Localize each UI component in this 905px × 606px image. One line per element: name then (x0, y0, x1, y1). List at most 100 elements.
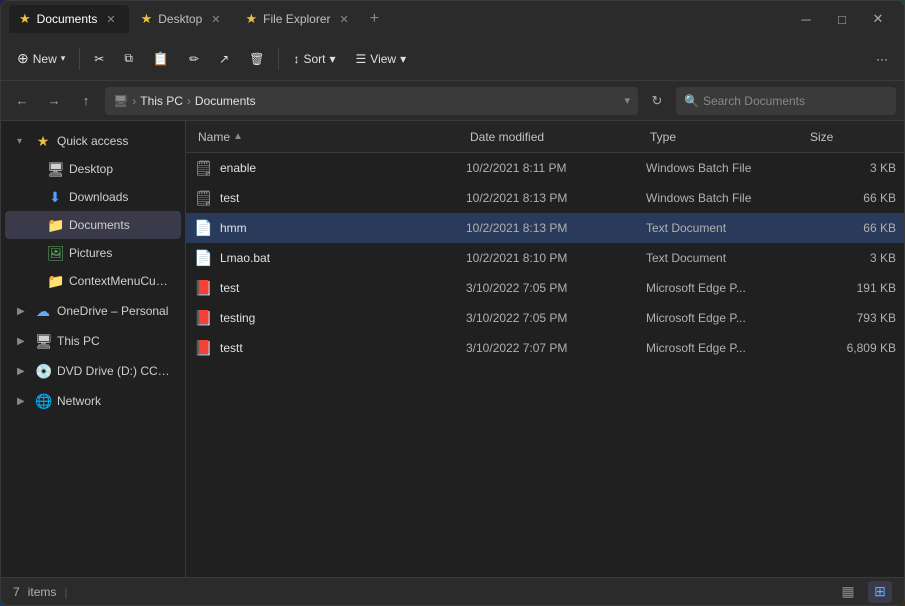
file-row[interactable]: 📕 testing 3/10/2022 7:05 PM Microsoft Ed… (186, 303, 904, 333)
sidebar-item-context-menu[interactable]: 📁 ContextMenuCust... (5, 267, 181, 295)
more-button[interactable]: ··· (868, 43, 896, 75)
file-icon-testt: 📕 (194, 339, 214, 357)
col-header-name[interactable]: Name ▲ (194, 121, 466, 152)
paste-button[interactable]: 📋 (145, 43, 177, 75)
tab-desktop-close[interactable]: ✕ (208, 12, 223, 27)
sidebar-item-dvd[interactable]: ▶ 💿 DVD Drive (D:) CCC... (5, 357, 181, 385)
sidebar-item-onedrive[interactable]: ▶ ☁ OneDrive – Personal (5, 297, 181, 325)
file-size-test: 66 KB (806, 191, 896, 205)
view-button[interactable]: ☰ View ▾ (348, 43, 415, 75)
file-row[interactable]: 📄 Lmao.bat 10/2/2021 8:10 PM Text Docume… (186, 243, 904, 273)
close-button[interactable]: ✕ (860, 5, 896, 33)
sidebar-section-network: ▶ 🌐 Network (1, 387, 185, 415)
new-tab-button[interactable]: + (364, 8, 385, 30)
status-bar: 7 items | ▦ ⊞ (1, 577, 904, 605)
sidebar-section-this-pc: ▶ 🖥 This PC (1, 327, 185, 355)
path-documents[interactable]: Documents (195, 94, 256, 108)
maximize-button[interactable]: □ (824, 5, 860, 33)
main-content: ▾ ★ Quick access 🖥 Desktop 📌 ⬇ Downloads… (1, 121, 904, 577)
refresh-button[interactable]: ↻ (644, 88, 670, 114)
tab-file-explorer-close[interactable]: ✕ (337, 12, 352, 27)
share-button[interactable]: ↗ (211, 43, 237, 75)
search-box[interactable]: 🔍 (676, 87, 896, 115)
file-header: Name ▲ Date modified Type Size (186, 121, 904, 153)
file-name-enable: enable (220, 161, 466, 175)
tab-documents[interactable]: ★ Documents ✕ (9, 5, 129, 33)
file-row[interactable]: 📕 testt 3/10/2022 7:07 PM Microsoft Edge… (186, 333, 904, 363)
back-button[interactable]: ← (9, 88, 35, 114)
dvd-icon: 💿 (35, 363, 51, 380)
file-size-hmm: 66 KB (806, 221, 896, 235)
file-row[interactable]: 📕 test 3/10/2022 7:05 PM Microsoft Edge … (186, 273, 904, 303)
sort-icon: ↕ (293, 52, 299, 66)
forward-button[interactable]: → (41, 88, 67, 114)
col-header-size[interactable]: Size (806, 121, 896, 152)
dvd-label: DVD Drive (D:) CCC... (57, 364, 173, 378)
tab-desktop-label: Desktop (158, 12, 202, 26)
new-label: New (33, 52, 57, 66)
sidebar-item-desktop[interactable]: 🖥 Desktop 📌 (5, 155, 181, 183)
tab-file-explorer[interactable]: ★ File Explorer ✕ (235, 5, 361, 33)
minimize-button[interactable]: ─ (788, 5, 824, 33)
downloads-label: Downloads (69, 190, 155, 204)
onedrive-icon: ☁ (35, 303, 51, 320)
file-row[interactable]: 🗒 test 10/2/2021 8:13 PM Windows Batch F… (186, 183, 904, 213)
view-large-button[interactable]: ⊞ (868, 581, 892, 603)
sidebar-item-pictures[interactable]: 🖼 Pictures 📌 (5, 239, 181, 267)
cut-icon: ✂ (94, 52, 104, 66)
sort-button[interactable]: ↕ Sort ▾ (285, 43, 343, 75)
delete-button[interactable]: 🗑 (241, 43, 272, 75)
tab-desktop[interactable]: ★ Desktop ✕ (131, 5, 234, 33)
sidebar: ▾ ★ Quick access 🖥 Desktop 📌 ⬇ Downloads… (1, 121, 186, 577)
cut-button[interactable]: ✂ (86, 43, 112, 75)
up-button[interactable]: ↑ (73, 88, 99, 114)
sidebar-item-network[interactable]: ▶ 🌐 Network (5, 387, 181, 415)
network-label: Network (57, 394, 173, 408)
path-dropdown-arrow[interactable]: ▾ (624, 94, 630, 107)
sidebar-item-quick-access[interactable]: ▾ ★ Quick access (5, 127, 181, 155)
file-icon-test-pdf: 📕 (194, 279, 214, 297)
sidebar-item-downloads[interactable]: ⬇ Downloads 📌 (5, 183, 181, 211)
sidebar-item-this-pc[interactable]: ▶ 🖥 This PC (5, 327, 181, 355)
file-type-hmm: Text Document (646, 221, 806, 235)
sort-label: Sort (303, 52, 325, 66)
rename-icon: ✏ (189, 52, 199, 66)
pictures-icon: 🖼 (47, 245, 63, 262)
dvd-expand-icon: ▶ (17, 366, 29, 377)
file-row[interactable]: 🗒 enable 10/2/2021 8:11 PM Windows Batch… (186, 153, 904, 183)
new-button[interactable]: ⊕ New ▾ (9, 43, 73, 75)
separator-2 (278, 48, 279, 70)
path-this-pc[interactable]: This PC (140, 94, 183, 108)
tab-documents-close[interactable]: ✕ (103, 12, 118, 27)
pictures-label: Pictures (69, 246, 155, 260)
file-icon-testing: 📕 (194, 309, 214, 327)
onedrive-label: OneDrive – Personal (57, 304, 173, 318)
search-input[interactable] (703, 94, 873, 108)
window-controls: ─ □ ✕ (788, 5, 896, 33)
copy-icon: ⧉ (124, 51, 133, 66)
view-icon: ☰ (356, 52, 367, 66)
sidebar-item-documents[interactable]: 📁 Documents 📌 (5, 211, 181, 239)
file-name-hmm: hmm (220, 221, 466, 235)
file-icon-hmm: 📄 (194, 219, 214, 237)
item-count: 7 (13, 585, 20, 599)
view-details-button[interactable]: ▦ (836, 581, 860, 603)
item-count-label: items (28, 585, 57, 599)
new-plus-icon: ⊕ (17, 50, 29, 67)
copy-button[interactable]: ⧉ (116, 43, 141, 75)
col-header-type[interactable]: Type (646, 121, 806, 152)
file-size-testing: 793 KB (806, 311, 896, 325)
rename-button[interactable]: ✏ (181, 43, 207, 75)
col-header-modified[interactable]: Date modified (466, 121, 646, 152)
sidebar-section-quick-access: ▾ ★ Quick access 🖥 Desktop 📌 ⬇ Downloads… (1, 127, 185, 295)
tab-documents-icon: ★ (19, 11, 31, 27)
quick-access-label: Quick access (57, 134, 173, 148)
file-modified-hmm: 10/2/2021 8:13 PM (466, 221, 646, 235)
share-icon: ↗ (219, 52, 229, 66)
file-row[interactable]: 📄 hmm 10/2/2021 8:13 PM Text Document 66… (186, 213, 904, 243)
file-name-test-pdf: test (220, 281, 466, 295)
file-type-enable: Windows Batch File (646, 161, 806, 175)
tab-file-explorer-label: File Explorer (263, 12, 330, 26)
file-name-testt: testt (220, 341, 466, 355)
address-path[interactable]: 🖥 › This PC › Documents ▾ (105, 87, 638, 115)
